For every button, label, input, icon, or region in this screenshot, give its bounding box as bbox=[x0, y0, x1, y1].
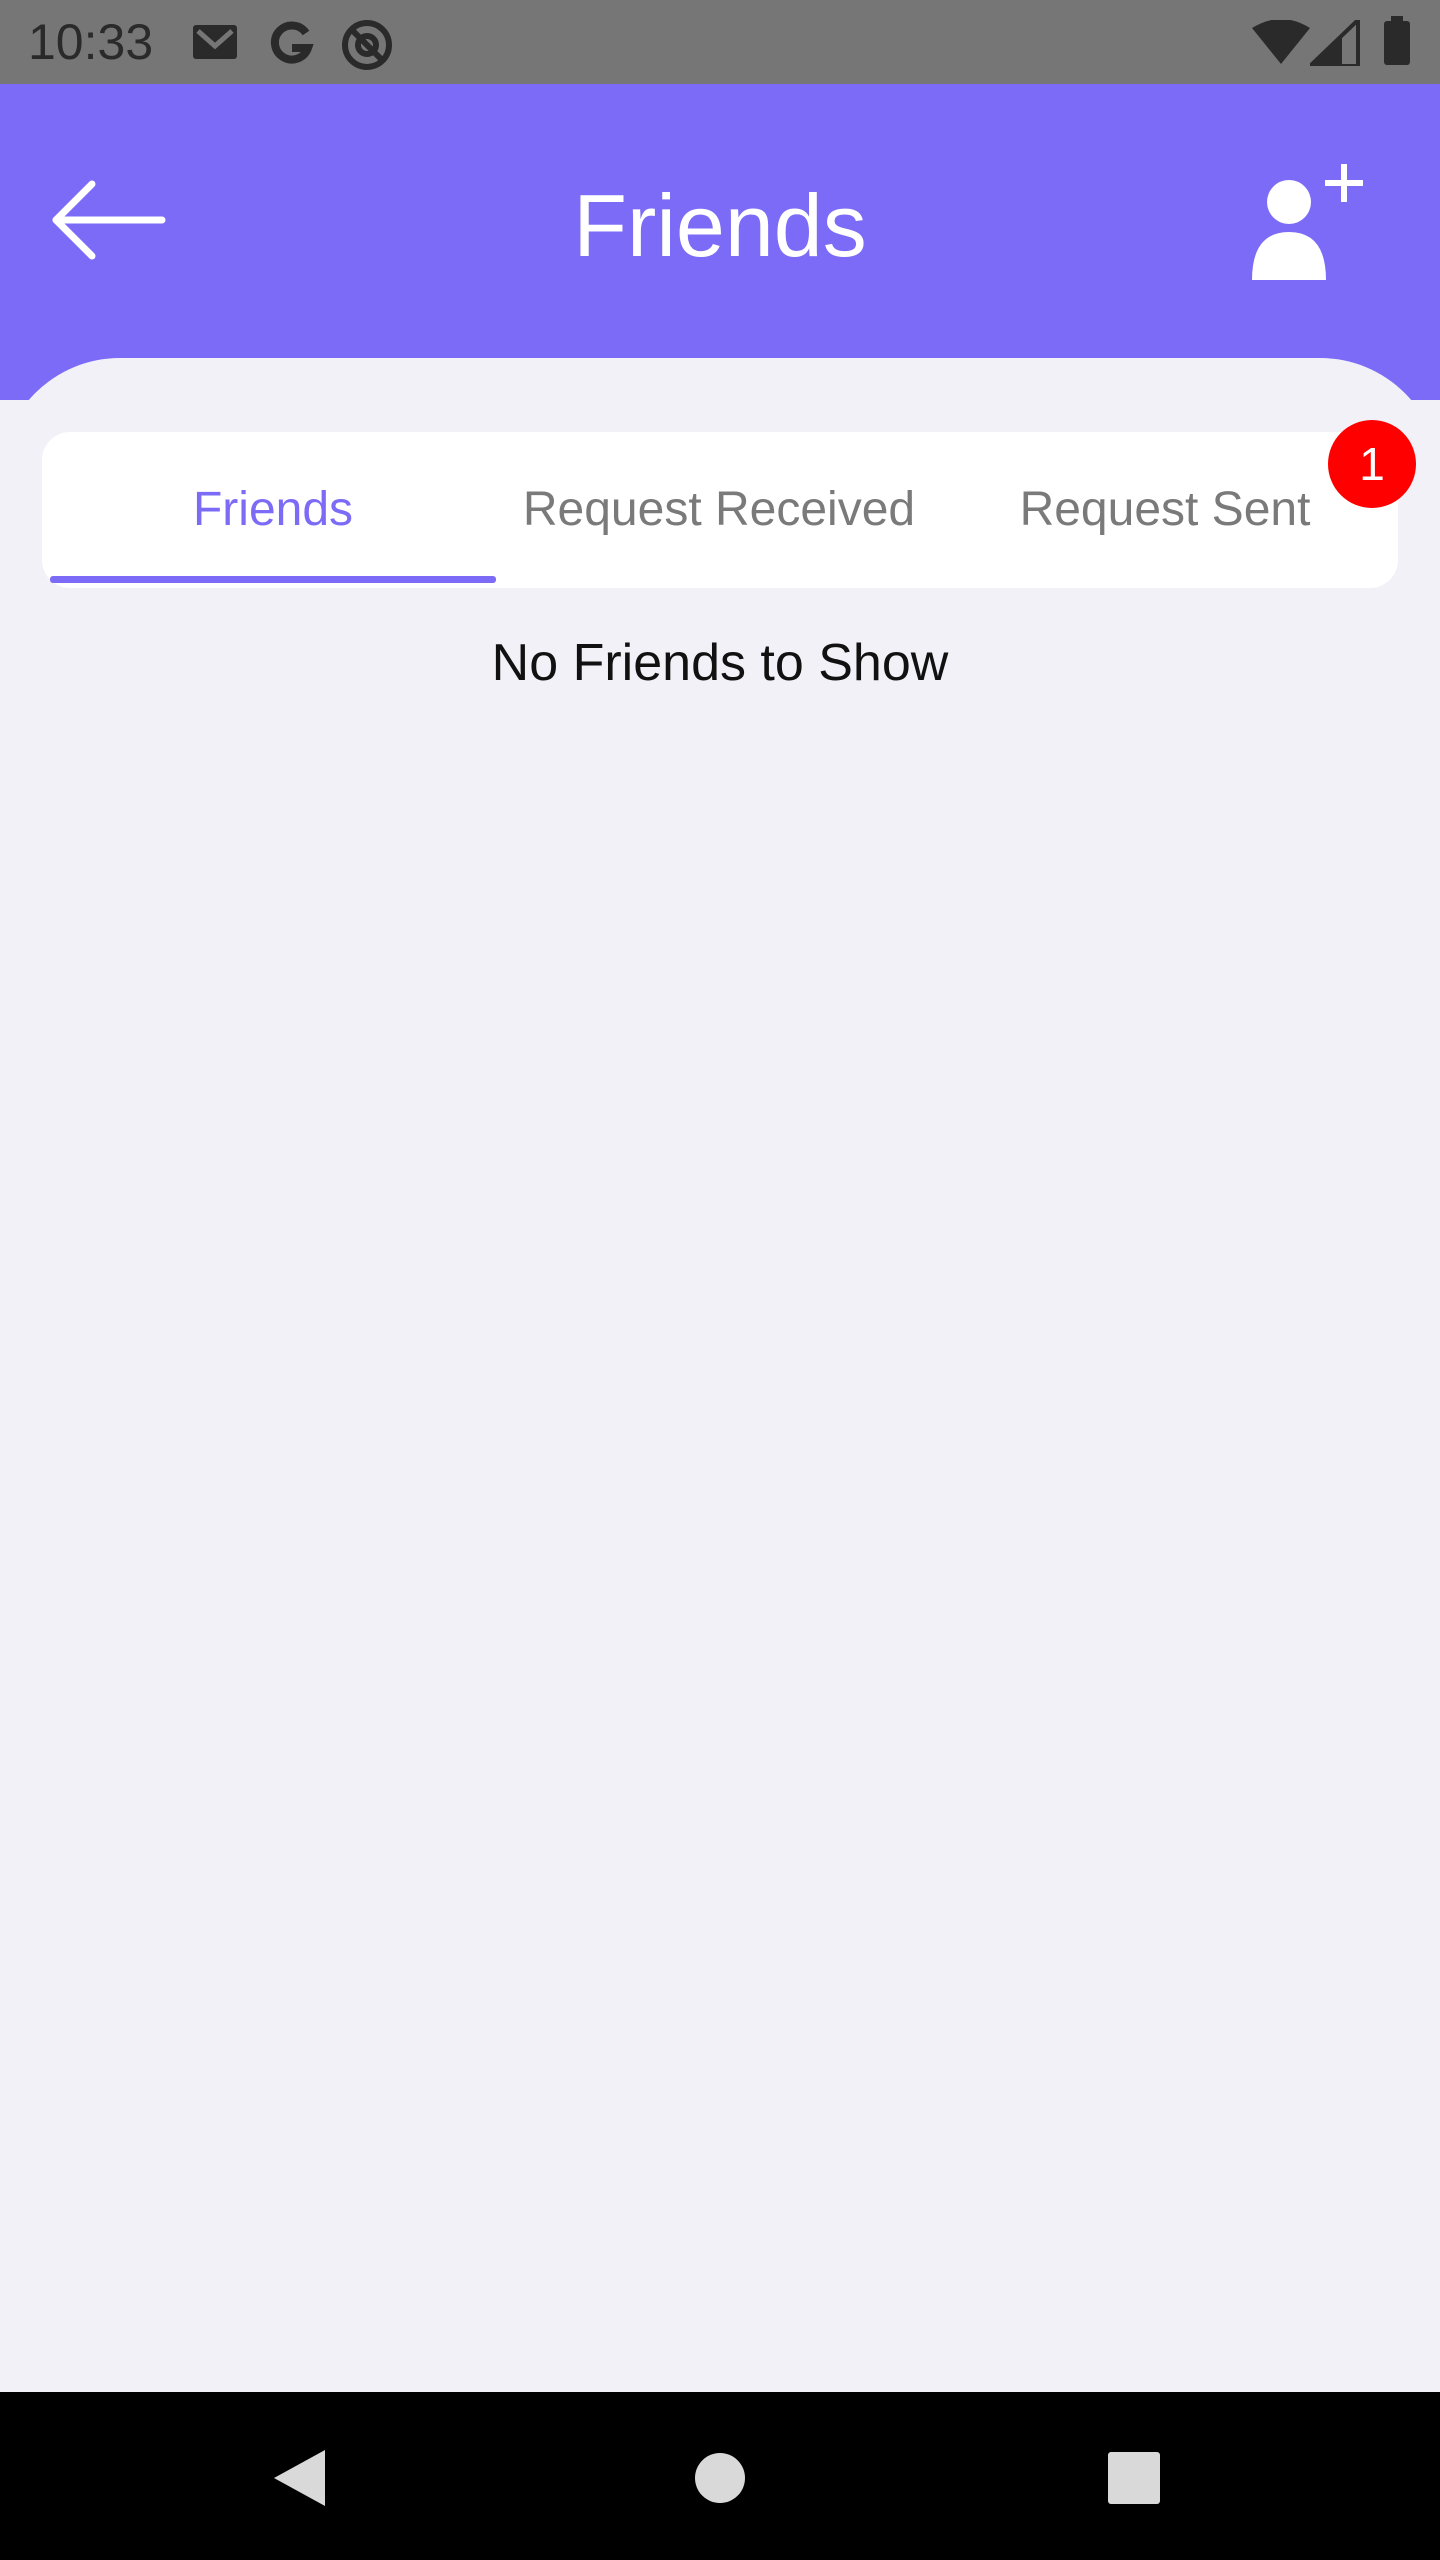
status-time: 10:33 bbox=[28, 14, 154, 70]
nav-back-button[interactable] bbox=[250, 2428, 350, 2528]
nav-recents-icon bbox=[1108, 2452, 1160, 2504]
status-bar: 10:33 bbox=[0, 0, 1440, 84]
tab-request-sent[interactable]: Request Sent bbox=[942, 432, 1388, 588]
add-friend-button[interactable] bbox=[1232, 156, 1372, 292]
tab-bar: Friends Request Received Request Sent bbox=[42, 432, 1398, 588]
nav-home-icon bbox=[695, 2453, 745, 2503]
at-sign-icon bbox=[342, 20, 392, 70]
tab-friends[interactable]: Friends bbox=[50, 432, 496, 588]
page-title: Friends bbox=[573, 176, 867, 275]
empty-state-message: No Friends to Show bbox=[491, 634, 949, 692]
request-sent-count-badge: 1 bbox=[1328, 420, 1416, 508]
nav-back-icon bbox=[274, 2450, 325, 2506]
tab-request-received[interactable]: Request Received bbox=[496, 432, 942, 588]
battery-icon bbox=[1384, 16, 1410, 65]
nav-home-button[interactable] bbox=[670, 2428, 770, 2528]
add-person-icon bbox=[1252, 164, 1363, 280]
google-icon bbox=[270, 21, 314, 64]
active-tab-indicator bbox=[50, 576, 496, 583]
wifi-icon bbox=[1252, 20, 1310, 64]
gmail-icon bbox=[193, 25, 237, 59]
cellular-signal-icon bbox=[1310, 20, 1360, 66]
nav-recents-button[interactable] bbox=[1084, 2428, 1184, 2528]
